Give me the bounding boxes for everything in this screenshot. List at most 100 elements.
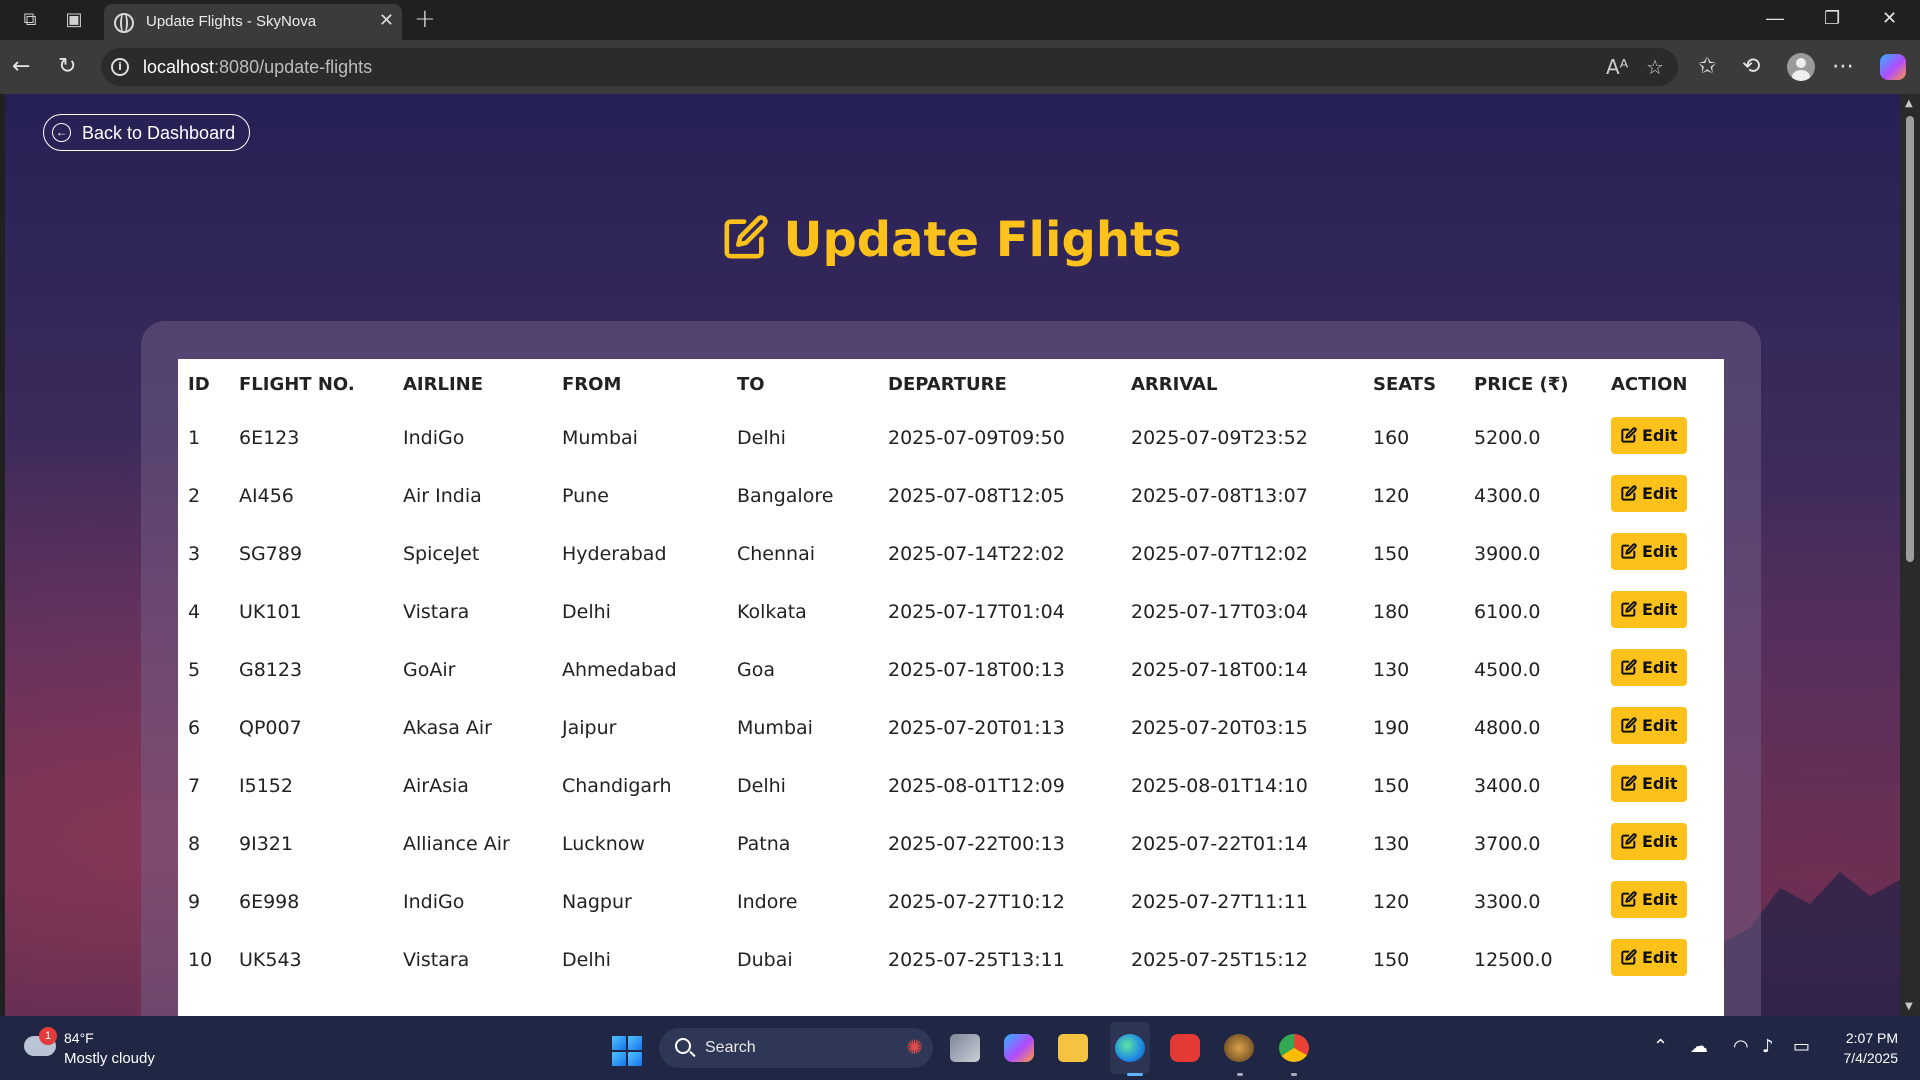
cell-price: 3400.0 [1474,775,1541,797]
cell-flight-no: UK543 [239,949,302,971]
cell-airline: AirAsia [403,775,469,797]
table-row: 3 SG789 SpiceJet Hyderabad Chennai 2025-07-14… [178,525,1724,583]
scrollbar-thumb[interactable] [1906,116,1914,562]
weather-desc[interactable]: Mostly cloudy [64,1050,155,1067]
vertical-tabs-icon[interactable]: ▣ [62,8,86,32]
edge-browser-icon[interactable] [1115,1034,1145,1062]
file-explorer-icon[interactable] [1058,1034,1088,1062]
task-view-icon[interactable] [950,1034,980,1062]
edit-icon [1621,543,1637,559]
edit-icon [1621,775,1637,791]
back-button-label: Back to Dashboard [82,123,236,143]
volume-icon[interactable]: ♪ [1762,1036,1774,1057]
table-row: 1 6E123 IndiGo Mumbai Delhi 2025-07-09T09:50 2… [178,409,1724,467]
browser-tab[interactable]: Update Flights - SkyNova ✕ [104,4,402,40]
page-scrollbar[interactable]: ▲ ▼ [1900,94,1920,1016]
edit-button[interactable]: Edit [1611,765,1687,802]
edit-button[interactable]: Edit [1611,649,1687,686]
copilot-app-icon[interactable] [1004,1034,1034,1062]
cell-airline: IndiGo [403,891,465,913]
restore-button[interactable]: ❐ [1824,8,1840,29]
weather-badge: 1 [39,1027,57,1045]
url-text[interactable]: localhost:8080/update-flights [143,57,372,78]
chrome-icon[interactable] [1279,1034,1309,1062]
scroll-up-icon[interactable]: ▲ [1905,98,1913,109]
cell-action: Edit [1601,699,1724,757]
back-arrow-icon[interactable]: ← [12,55,30,79]
cell-departure: 2025-07-20T01:13 [888,717,1065,739]
search-icon [675,1038,691,1054]
flights-table-container: ID FLIGHT NO. AIRLINE FROM TO DEPARTURE ARRIVA… [178,359,1724,1019]
cell-arrival: 2025-07-09T23:52 [1131,427,1308,449]
reload-icon[interactable]: ↻ [58,55,76,79]
edit-icon [1621,485,1637,501]
cell-flight-no: UK101 [239,601,302,623]
history-icon[interactable]: ⟲ [1742,54,1760,79]
edit-button[interactable]: Edit [1611,823,1687,860]
wps-office-icon[interactable] [1170,1034,1200,1062]
favorites-icon[interactable]: ✩ [1698,54,1716,79]
start-icon[interactable] [612,1036,642,1066]
edit-button[interactable]: Edit [1611,591,1687,628]
cell-departure: 2025-07-14T22:02 [888,543,1065,565]
cell-to: Indore [737,891,798,913]
battery-icon[interactable]: ▭ [1793,1036,1810,1057]
close-window-button[interactable]: ✕ [1882,8,1897,29]
cell-seats: 130 [1373,659,1410,681]
edit-button[interactable]: Edit [1611,417,1687,454]
edit-label: Edit [1642,716,1678,735]
cell-arrival: 2025-07-20T03:15 [1131,717,1308,739]
cell-price: 3700.0 [1474,833,1541,855]
cell-price: 4800.0 [1474,717,1541,739]
wifi-icon[interactable]: ◠ [1733,1036,1749,1057]
cell-arrival: 2025-08-01T14:10 [1131,775,1308,797]
cell-arrival: 2025-07-25T15:12 [1131,949,1308,971]
column-header: FROM [562,373,622,395]
system-clock[interactable]: 2:07 PM 7/4/2025 [1830,1030,1899,1066]
cell-action: Edit [1601,757,1724,815]
address-bar[interactable]: i localhost:8080/update-flights Aᴬ ☆ [101,48,1678,86]
edit-icon [1621,659,1637,675]
cell-from: Delhi [562,949,611,971]
more-menu-icon[interactable]: ⋯ [1832,54,1854,79]
cell-departure: 2025-07-25T13:11 [888,949,1065,971]
table-row: 7 I5152 AirAsia Chandigarh Delhi 2025-08-01T1… [178,757,1724,815]
favorite-star-icon[interactable]: ☆ [1646,55,1664,79]
column-header: TO [737,373,765,395]
table-row: 6 QP007 Akasa Air Jaipur Mumbai 2025-07-20T01… [178,699,1724,757]
site-info-icon[interactable]: i [111,58,129,76]
cell-action: Edit [1601,931,1724,989]
cell-arrival: 2025-07-07T12:02 [1131,543,1308,565]
new-tab-button[interactable]: + [414,4,436,34]
column-header: ACTION [1611,373,1688,395]
cell-id: 6 [188,717,201,739]
column-header: AIRLINE [403,373,484,395]
onedrive-icon[interactable]: ☁ [1690,1036,1708,1057]
cell-action: Edit [1601,641,1724,699]
windows-taskbar: 1 84°F Mostly cloudy Search ✺ ⌃ ☁ ◠ ♪ ▭ … [0,1016,1920,1080]
workspaces-icon[interactable]: ⧉ [18,8,42,32]
edit-button[interactable]: Edit [1611,475,1687,512]
scroll-down-icon[interactable]: ▼ [1905,1001,1913,1012]
cell-action: Edit [1601,873,1724,931]
edit-button[interactable]: Edit [1611,533,1687,570]
weather-temp[interactable]: 84°F [64,1030,94,1046]
minimize-button[interactable]: — [1766,8,1784,29]
column-header: SEATS [1373,373,1437,395]
copilot-icon[interactable] [1880,54,1906,80]
close-tab-icon[interactable]: ✕ [379,10,394,31]
profile-avatar[interactable] [1787,53,1815,81]
edit-button[interactable]: Edit [1611,881,1687,918]
cell-departure: 2025-07-27T10:12 [888,891,1065,913]
back-to-dashboard-button[interactable]: ← Back to Dashboard [43,114,250,151]
edit-button[interactable]: Edit [1611,939,1687,976]
taskbar-search[interactable]: Search ✺ [659,1028,933,1068]
page-title-text: Update Flights [783,212,1182,268]
edit-icon [1621,949,1637,965]
cell-flight-no: 6E123 [239,427,300,449]
edit-icon [1621,601,1637,617]
read-aloud-icon[interactable]: Aᴬ [1606,55,1628,79]
chevron-up-icon[interactable]: ⌃ [1653,1036,1668,1057]
edit-button[interactable]: Edit [1611,707,1687,744]
settings-gear-icon[interactable] [1224,1034,1254,1062]
